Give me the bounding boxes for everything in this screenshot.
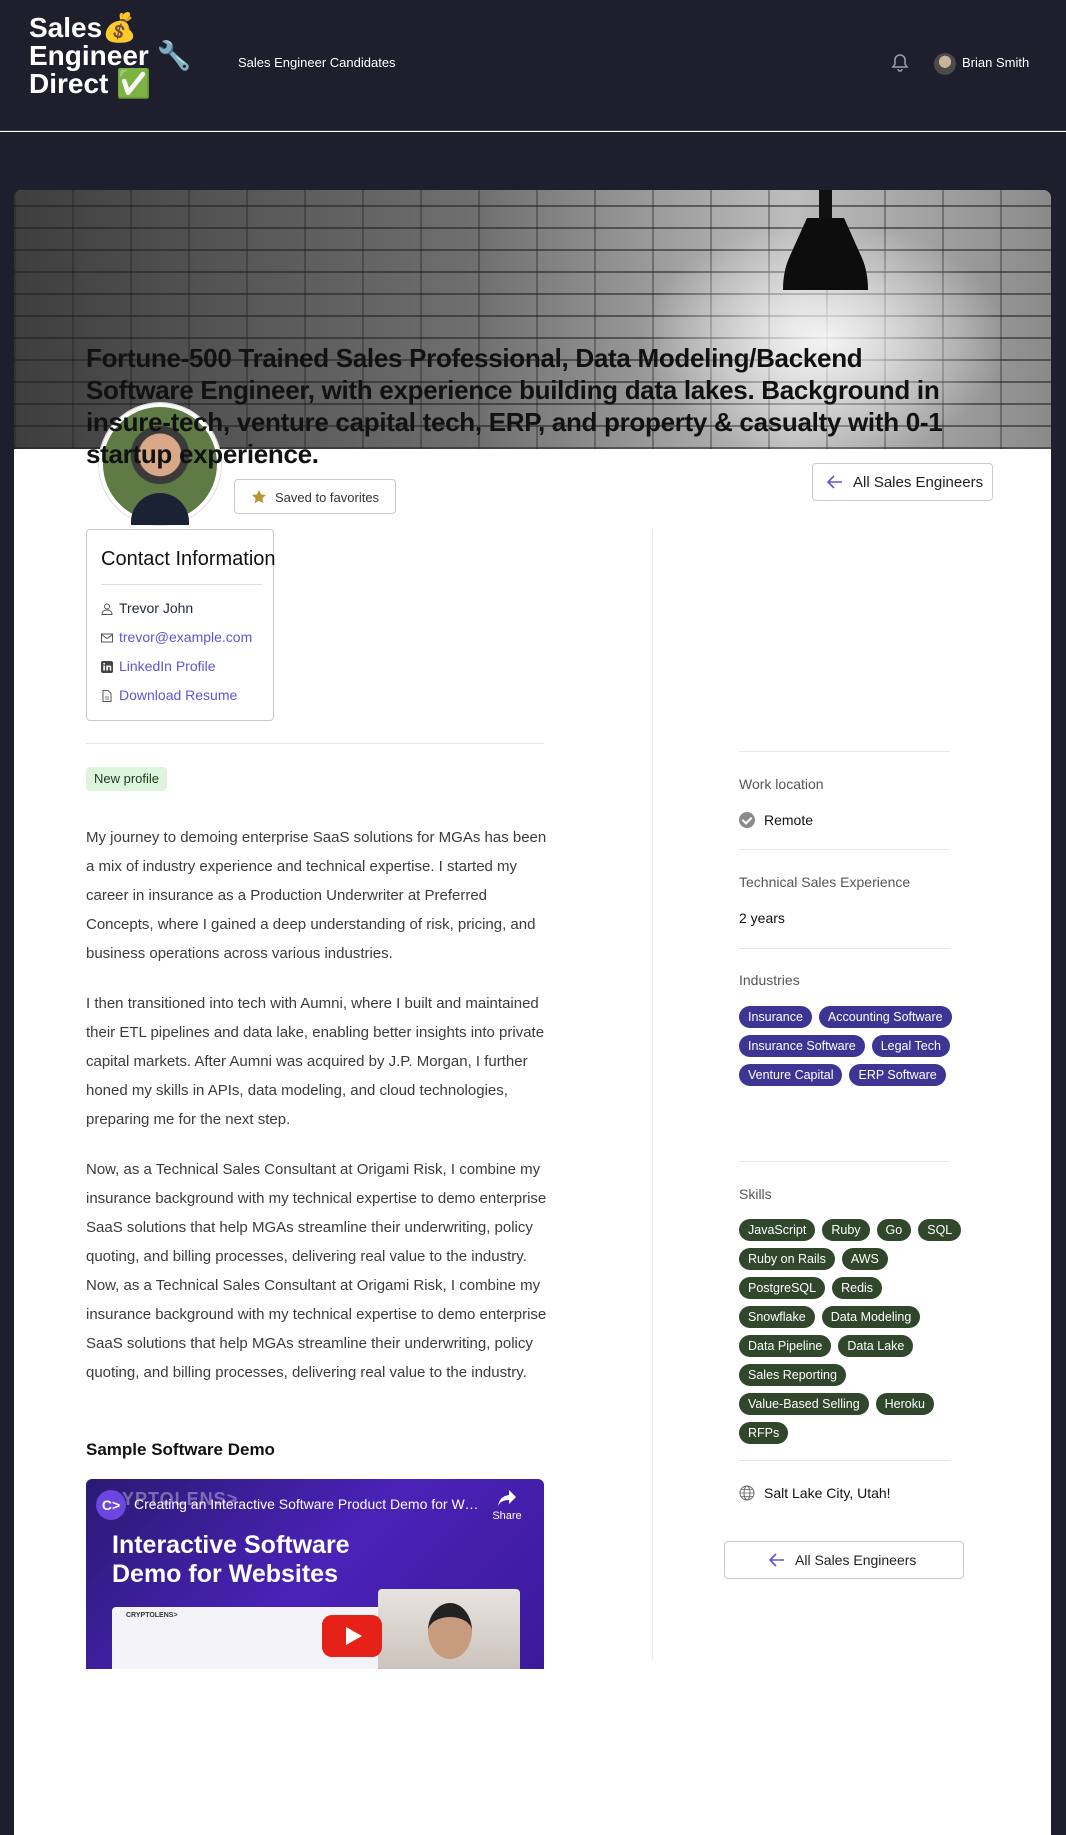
experience-label: Technical Sales Experience bbox=[739, 874, 911, 890]
user-avatar[interactable] bbox=[934, 53, 956, 75]
site-logo[interactable]: Sales💰 Engineer 🔧 Direct ✅ bbox=[29, 14, 191, 98]
contact-email-link[interactable]: trevor@example.com bbox=[119, 629, 252, 645]
section-divider bbox=[86, 743, 544, 744]
skill-tag: Sales Reporting bbox=[739, 1364, 846, 1386]
download-resume-link[interactable]: Download Resume bbox=[119, 687, 237, 703]
channel-logo[interactable]: C> bbox=[96, 1490, 126, 1520]
skill-tag: RFPs bbox=[739, 1422, 789, 1444]
video-title[interactable]: Creating an Interactive Software Product… bbox=[134, 1496, 484, 1512]
skill-tag: PostgreSQL bbox=[739, 1277, 826, 1299]
share-icon bbox=[498, 1490, 516, 1506]
skill-tag: Data Modeling bbox=[821, 1306, 921, 1328]
skill-tag: Go bbox=[876, 1219, 912, 1241]
logo-line-3: Direct ✅ bbox=[29, 68, 152, 99]
skill-tag: Value-Based Selling bbox=[739, 1393, 869, 1415]
sidebar-divider bbox=[739, 1460, 950, 1461]
skills-tag-list: JavaScript Ruby Go SQL Ruby on Rails AWS… bbox=[739, 1219, 964, 1444]
skill-tag: Data Pipeline bbox=[739, 1335, 832, 1357]
presenter-thumbnail bbox=[378, 1589, 520, 1669]
bio-paragraph: I then transitioned into tech with Aumni… bbox=[86, 995, 545, 1128]
experience-value: 2 years bbox=[739, 910, 785, 926]
all-sales-engineers-label: All Sales Engineers bbox=[795, 1552, 917, 1568]
skill-tag: SQL bbox=[918, 1219, 962, 1241]
contact-title: Contact Information bbox=[101, 548, 276, 570]
video-overlay-title: Interactive Software Demo for Websites bbox=[112, 1531, 350, 1589]
demo-section-title: Sample Software Demo bbox=[86, 1440, 275, 1459]
industry-tag: Insurance bbox=[739, 1006, 812, 1028]
skill-tag: Snowflake bbox=[739, 1306, 815, 1328]
preview-brand: CRYPTOLENS> bbox=[126, 1612, 178, 1619]
industry-tag: Accounting Software bbox=[818, 1006, 952, 1028]
location-value: Salt Lake City, Utah! bbox=[764, 1485, 891, 1501]
sidebar-divider bbox=[739, 948, 950, 949]
globe-icon bbox=[739, 1485, 755, 1501]
skills-label: Skills bbox=[739, 1186, 772, 1202]
mail-icon bbox=[101, 633, 113, 643]
industry-tag: ERP Software bbox=[849, 1064, 946, 1086]
industries-tag-list: Insurance Accounting Software Insurance … bbox=[739, 1006, 959, 1086]
overlay-line-2: Demo for Websites bbox=[112, 1560, 338, 1588]
logo-line-2: Engineer 🔧 bbox=[29, 40, 192, 71]
contact-name: Trevor John bbox=[119, 600, 194, 616]
user-name[interactable]: Brian Smith bbox=[962, 55, 1029, 70]
share-button[interactable]: Share bbox=[484, 1489, 530, 1522]
play-button-icon[interactable] bbox=[322, 1615, 382, 1657]
profile-headline: Fortune-500 Trained Sales Professional, … bbox=[86, 343, 943, 469]
linkedin-profile-link[interactable]: LinkedIn Profile bbox=[119, 658, 216, 674]
skill-tag: Ruby bbox=[822, 1219, 870, 1241]
bell-icon[interactable] bbox=[891, 53, 909, 73]
skill-tag: AWS bbox=[841, 1248, 888, 1270]
contact-information-box: Contact Information Trevor John trevor@e… bbox=[86, 529, 276, 721]
industry-tag: Venture Capital bbox=[739, 1064, 843, 1086]
work-location-value: Remote bbox=[764, 812, 814, 828]
linkedin-icon bbox=[101, 661, 113, 673]
all-sales-engineers-button-bottom[interactable]: All Sales Engineers bbox=[724, 1541, 964, 1579]
saved-favorites-label: Saved to favorites bbox=[275, 490, 380, 505]
person-icon bbox=[101, 603, 113, 615]
industry-tag: Legal Tech bbox=[871, 1035, 950, 1057]
bio-paragraph: Now, as a Technical Sales Consultant at … bbox=[86, 1161, 547, 1381]
work-location-label: Work location bbox=[739, 776, 824, 792]
lamp-illustration bbox=[783, 190, 868, 290]
column-divider bbox=[652, 529, 653, 1660]
arrow-left-icon bbox=[827, 475, 842, 489]
sidebar-divider bbox=[739, 1161, 950, 1162]
nav-link-candidates[interactable]: Sales Engineer Candidates bbox=[238, 55, 396, 70]
logo-line-1: Sales💰 bbox=[29, 12, 138, 43]
all-sales-engineers-label: All Sales Engineers bbox=[853, 474, 984, 491]
top-nav: Sales💰 Engineer 🔧 Direct ✅ Sales Enginee… bbox=[0, 0, 1066, 131]
industry-tag: Insurance Software bbox=[739, 1035, 865, 1057]
saved-favorites-button[interactable]: Saved to favorites bbox=[234, 479, 396, 514]
bio-section: My journey to demoing enterprise SaaS so… bbox=[86, 823, 548, 1408]
skill-tag: Heroku bbox=[875, 1393, 934, 1415]
skill-tag: Redis bbox=[832, 1277, 883, 1299]
bio-paragraph: My journey to demoing enterprise SaaS so… bbox=[86, 829, 547, 962]
document-icon bbox=[102, 690, 112, 702]
star-icon bbox=[252, 490, 266, 504]
sidebar-divider bbox=[739, 751, 950, 752]
sidebar-divider bbox=[739, 849, 950, 850]
status-badge: New profile bbox=[86, 767, 168, 791]
arrow-left-icon bbox=[769, 1553, 784, 1567]
overlay-line-1: Interactive Software bbox=[112, 1531, 350, 1559]
share-label: Share bbox=[492, 1510, 522, 1522]
industries-label: Industries bbox=[739, 972, 800, 988]
skill-tag: Ruby on Rails bbox=[739, 1248, 835, 1270]
demo-video-player[interactable]: YPTOLENS> C> Creating an Interactive Sof… bbox=[86, 1479, 544, 1669]
skill-tag: JavaScript bbox=[739, 1219, 816, 1241]
skill-tag: Data Lake bbox=[838, 1335, 914, 1357]
check-circle-icon bbox=[739, 812, 755, 828]
